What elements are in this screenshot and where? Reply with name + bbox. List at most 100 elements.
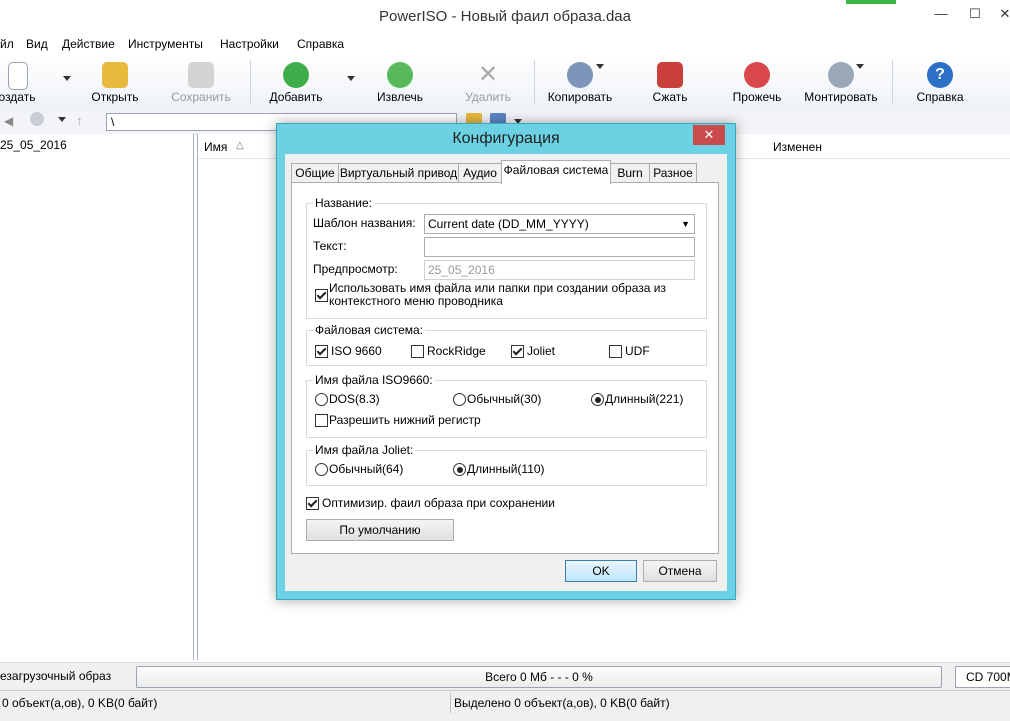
joliet-name-group-title: Имя файла Joliet: <box>313 443 416 457</box>
create-dropdown-arrow[interactable] <box>63 76 71 81</box>
tab-audio[interactable]: Аудио <box>458 163 502 183</box>
toolbar: оздать Открыть Сохранить Добавить Извлеч… <box>0 54 1010 111</box>
joliet-normal-label: Обычный(64) <box>329 462 404 476</box>
compress-button[interactable]: Сжать <box>644 58 696 106</box>
status-bar-bottom: 0 объект(а,ов), 0 KB(0 байт) Выделено 0 … <box>0 690 1010 721</box>
menu-action[interactable]: Действие <box>62 36 115 52</box>
menu-help[interactable]: Справка <box>297 36 344 52</box>
boot-status: езагрузочный образ <box>0 669 112 683</box>
burn-button[interactable]: Прожечь <box>728 58 786 106</box>
iso-normal-label: Обычный(30) <box>467 392 542 406</box>
tab-misc[interactable]: Разное <box>649 163 697 183</box>
template-select[interactable]: Current date (DD_MM_YYYY) ▼ <box>424 214 695 234</box>
iso-normal-radio[interactable] <box>453 393 466 406</box>
use-name-checkbox[interactable] <box>315 289 328 302</box>
tree-item-root[interactable]: 25_05_2016 <box>0 137 67 153</box>
window-accent <box>846 0 896 4</box>
copy-dropdown-arrow[interactable] <box>596 64 604 69</box>
joliet-normal-radio[interactable] <box>315 463 328 476</box>
dos-radio[interactable] <box>315 393 328 406</box>
new-file-icon <box>8 62 28 90</box>
udf-label: UDF <box>625 344 650 358</box>
mount-button[interactable]: Монтировать <box>804 58 878 106</box>
joliet-name-group: Имя файла Joliet: Обычный(64) Длинный(11… <box>306 443 707 486</box>
help-button[interactable]: ? Справка <box>912 58 968 106</box>
delete-button[interactable]: ✕ Удалить <box>460 58 516 106</box>
column-modified[interactable]: Изменен <box>773 139 822 155</box>
name-group: Название: Шаблон названия: Current date … <box>306 196 707 319</box>
joliet-label: Joliet <box>527 344 556 358</box>
toolbar-separator <box>892 60 893 104</box>
column-name[interactable]: Имя <box>204 139 227 155</box>
ok-button[interactable]: OK <box>565 560 637 582</box>
restore-defaults-button[interactable]: По умолчанию <box>306 519 454 541</box>
menu-tools[interactable]: Инструменты <box>128 36 203 52</box>
minimize-button[interactable]: — <box>926 0 956 28</box>
udf-checkbox[interactable] <box>609 345 622 358</box>
joliet-checkbox[interactable] <box>511 345 524 358</box>
lowercase-label: Разрешить нижний регистр <box>329 413 481 427</box>
dos-label: DOS(8.3) <box>329 392 380 406</box>
open-button[interactable]: Открыть <box>86 58 144 106</box>
text-input[interactable] <box>424 237 695 257</box>
template-select-value: Current date (DD_MM_YYYY) <box>428 217 589 231</box>
menu-file[interactable]: йл <box>0 36 14 52</box>
cancel-button[interactable]: Отмена <box>643 560 717 582</box>
joliet-long-label: Длинный(110) <box>467 462 545 476</box>
add-button[interactable]: Добавить <box>264 58 328 106</box>
preview-label: Предпросмотр: <box>313 262 398 276</box>
rockridge-checkbox[interactable] <box>411 345 424 358</box>
add-icon <box>283 62 309 88</box>
delete-x-icon: ✕ <box>477 61 499 88</box>
toolbar-separator <box>250 60 251 104</box>
mount-drive-icon <box>828 62 854 88</box>
menu-bar: йл Вид Действие Инструменты Настройки Сп… <box>0 34 1010 54</box>
optimize-label: Оптимизир. фаил образа при сохранении <box>322 496 555 510</box>
maximize-button[interactable]: ☐ <box>960 0 990 28</box>
config-dialog: Конфигурация ✕ Общие Виртуальный привод … <box>276 123 736 600</box>
media-type-select[interactable]: CD 700M <box>955 666 1010 688</box>
iso-long-radio[interactable] <box>591 393 604 406</box>
close-window-button[interactable]: ✕ <box>990 0 1010 28</box>
copy-disc-icon <box>567 62 593 88</box>
template-label: Шаблон названия: <box>313 216 416 230</box>
tab-filesystem[interactable]: Файловая система <box>501 160 611 184</box>
save-disk-icon <box>188 62 214 88</box>
history-dropdown-arrow[interactable] <box>58 117 66 122</box>
mount-dropdown-arrow[interactable] <box>856 64 864 69</box>
compress-icon <box>657 62 683 88</box>
preview-field: 25_05_2016 <box>424 260 695 280</box>
status-selected: Выделено 0 объект(а,ов), 0 KB(0 байт) <box>454 696 670 710</box>
forward-icon[interactable] <box>30 112 44 126</box>
copy-button[interactable]: Копировать <box>544 58 616 106</box>
iso-long-label: Длинный(221) <box>605 392 684 406</box>
add-dropdown-arrow[interactable] <box>347 76 355 81</box>
iso9660-checkbox[interactable] <box>315 345 328 358</box>
toolbar-separator <box>534 60 535 104</box>
total-progress: Всего 0 Мб - - - 0 % <box>136 666 942 688</box>
filesystem-tab-panel: Название: Шаблон названия: Current date … <box>291 182 719 554</box>
menu-view[interactable]: Вид <box>26 36 48 52</box>
extract-icon <box>387 62 413 88</box>
status-bar-top: езагрузочный образ Всего 0 Мб - - - 0 % … <box>0 662 1010 691</box>
back-icon[interactable]: ◀ <box>4 114 13 128</box>
joliet-long-radio[interactable] <box>453 463 466 476</box>
dialog-close-icon[interactable]: ✕ <box>693 125 725 145</box>
menu-settings[interactable]: Настройки <box>220 36 279 52</box>
tab-virtual-drive[interactable]: Виртуальный привод <box>338 163 459 183</box>
tab-burn[interactable]: Burn <box>610 163 650 183</box>
tab-general[interactable]: Общие <box>291 163 339 183</box>
status-left-info: 0 объект(а,ов), 0 KB(0 байт) <box>0 693 451 713</box>
save-button[interactable]: Сохранить <box>168 58 234 106</box>
extract-button[interactable]: Извлечь <box>372 58 428 106</box>
lowercase-checkbox[interactable] <box>315 414 328 427</box>
burn-disc-icon <box>744 62 770 88</box>
optimize-checkbox[interactable] <box>306 497 319 510</box>
iso9660-name-group-title: Имя файла ISO9660: <box>313 373 435 387</box>
open-folder-icon <box>102 62 128 88</box>
dialog-title: Конфигурация <box>452 130 560 147</box>
use-name-label-line2: контекстного меню проводника <box>329 294 503 308</box>
create-button[interactable]: оздать <box>0 58 44 106</box>
up-folder-icon[interactable]: ↑ <box>76 113 83 128</box>
text-label: Текст: <box>313 239 347 253</box>
